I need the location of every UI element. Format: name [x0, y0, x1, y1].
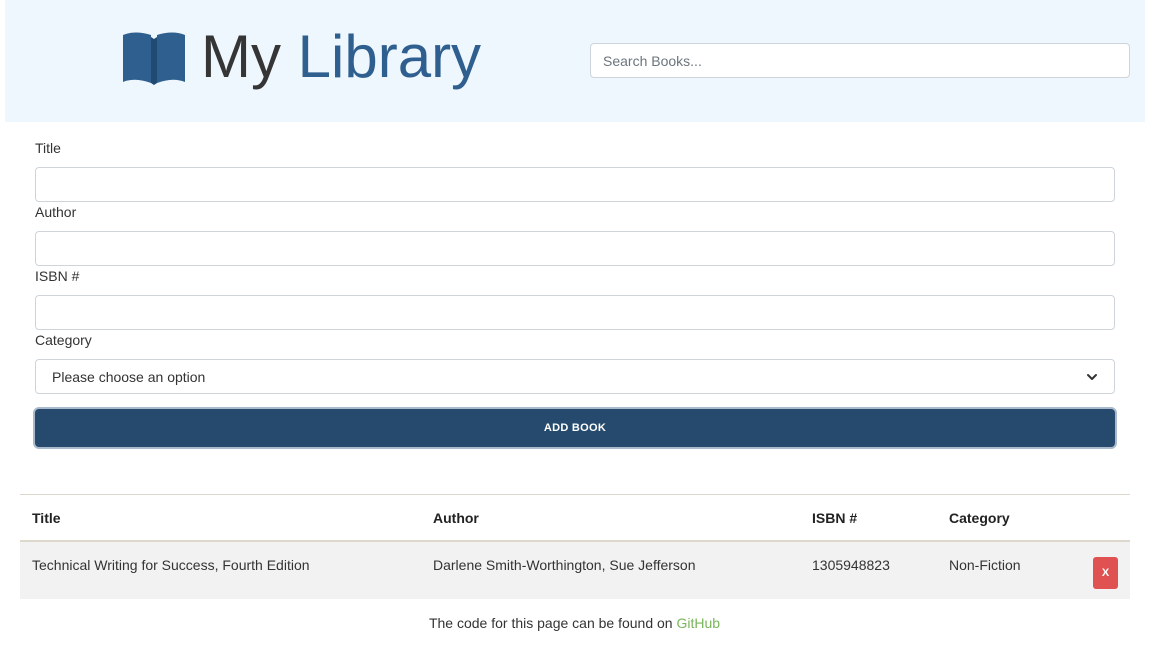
category-select[interactable]: Please choose an option: [35, 359, 1115, 394]
title-input[interactable]: [35, 167, 1115, 202]
column-header-title: Title: [32, 510, 61, 526]
cell-category: Non-Fiction: [949, 557, 1021, 573]
footer-text: The code for this page can be found on: [428, 615, 677, 631]
cell-isbn: 1305948823: [812, 557, 890, 573]
title-label: Title: [35, 140, 61, 156]
isbn-label: ISBN #: [35, 268, 80, 284]
app-title: My Library: [201, 22, 481, 92]
app-title-prefix: My: [201, 23, 298, 90]
add-book-button[interactable]: ADD BOOK: [35, 409, 1115, 447]
open-book-icon: [123, 32, 185, 85]
column-header-isbn: ISBN #: [812, 510, 858, 526]
footer: The code for this page can be found on G…: [0, 615, 1149, 631]
author-input[interactable]: [35, 231, 1115, 266]
column-header-author: Author: [433, 510, 479, 526]
table-header: Title Author ISBN # Category: [20, 495, 1130, 542]
table-row: Technical Writing for Success, Fourth Ed…: [20, 542, 1130, 599]
search-input[interactable]: [590, 43, 1130, 78]
category-label: Category: [35, 332, 92, 348]
isbn-input[interactable]: [35, 295, 1115, 330]
column-header-category: Category: [949, 510, 1010, 526]
author-label: Author: [35, 204, 77, 220]
cell-author: Darlene Smith-Worthington, Sue Jefferson: [433, 557, 696, 573]
category-selected-value: Please choose an option: [52, 368, 206, 385]
books-table: Title Author ISBN # Category Technical W…: [20, 494, 1130, 599]
github-link[interactable]: GitHub: [676, 615, 720, 631]
header: My Library: [5, 0, 1145, 122]
app-title-accent: Library: [297, 23, 482, 90]
logo: My Library: [121, 22, 481, 92]
cell-title: Technical Writing for Success, Fourth Ed…: [32, 557, 310, 573]
chevron-down-icon: [1087, 373, 1097, 380]
delete-book-button[interactable]: X: [1093, 557, 1118, 589]
